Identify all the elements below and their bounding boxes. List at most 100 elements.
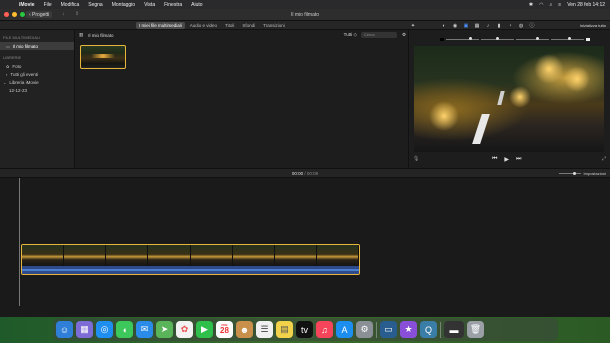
sidebar-toggle-icon[interactable]: ▥ — [79, 32, 83, 38]
search-icon[interactable]: ⌕ — [549, 2, 552, 8]
chevron-down-icon[interactable]: ⌄ — [3, 80, 6, 85]
stabilization-icon[interactable]: ▦ — [474, 23, 480, 29]
tab-transitions[interactable]: Transizioni — [260, 22, 288, 29]
zoom-slider[interactable] — [558, 172, 581, 175]
play-icon[interactable]: ▶ — [504, 156, 509, 163]
recent-video-thumbnail[interactable]: ▬ — [444, 321, 464, 338]
menu-segna[interactable]: Segna — [88, 2, 102, 8]
system-settings-icon[interactable]: ⚙ — [356, 321, 373, 338]
timecode-current: 00:00 — [291, 171, 304, 176]
volume-icon[interactable]: ♪ — [485, 23, 491, 29]
sidebar-item-event[interactable]: 12-12-23 — [0, 86, 74, 94]
fullscreen-icon[interactable]: ⤢ — [602, 156, 606, 162]
finder-icon[interactable]: ☺ — [56, 321, 73, 338]
video-preview[interactable] — [414, 46, 604, 152]
control-center-icon[interactable]: ≡ — [558, 2, 561, 8]
messages-icon[interactable]: ◖ — [116, 321, 133, 338]
dock-separator — [376, 321, 377, 338]
menu-file[interactable]: File — [44, 2, 52, 8]
clip-filmstrip — [22, 245, 359, 266]
magic-wand-icon[interactable]: ✦ — [410, 23, 416, 29]
app-store-icon[interactable]: A — [336, 321, 353, 338]
filter-icon[interactable]: ◍ — [518, 23, 524, 29]
viewer: 🎙 ⏮ ▶ ⏭ ⤢ — [410, 30, 610, 168]
slider-knob[interactable] — [535, 37, 539, 40]
reset-all-button[interactable]: Inizializza tutto — [580, 23, 606, 28]
menu-aiuto[interactable]: Aiuto — [191, 2, 202, 8]
menu-finestra[interactable]: Finestra — [164, 2, 182, 8]
maps-icon[interactable]: ➤ — [156, 321, 173, 338]
skip-back-icon[interactable]: ⏮ — [492, 156, 497, 163]
search-input[interactable]: Cerca — [360, 32, 397, 38]
menu-modifica[interactable]: Modifica — [61, 2, 80, 8]
apple-tv-icon[interactable]: tv — [296, 321, 313, 338]
light-bokeh — [429, 101, 459, 131]
clip-frame — [148, 245, 191, 266]
menu-imovie[interactable]: iMovie — [19, 2, 35, 8]
info-icon[interactable]: ⓘ — [529, 22, 535, 29]
bluetooth-icon[interactable]: ✱ — [529, 2, 533, 8]
preview-icon[interactable]: ▭ — [380, 321, 397, 338]
music-icon[interactable]: ♫ — [316, 321, 333, 338]
sidebar-item-library[interactable]: ⌄ Libreria iMovie — [0, 78, 74, 86]
facetime-icon[interactable]: ▶ — [196, 321, 213, 338]
microphone-icon[interactable]: 🎙 — [413, 156, 419, 162]
playhead[interactable] — [19, 178, 20, 306]
slider-knob[interactable] — [567, 37, 571, 40]
light-bokeh — [509, 86, 531, 108]
wifi-icon[interactable]: ◠ — [539, 2, 543, 8]
speed-icon[interactable]: ◔ — [507, 23, 513, 29]
tab-my-media[interactable]: I miei file multimediali — [136, 22, 185, 29]
sidebar-item-project[interactable]: ▭ Il mio filmato — [0, 42, 74, 50]
dock-separator — [440, 321, 441, 338]
tab-titles[interactable]: Titoli — [222, 22, 237, 29]
quicktime-icon[interactable]: Q — [420, 321, 437, 338]
reminders-icon[interactable]: ☰ — [256, 321, 273, 338]
media-tabs: I miei file multimediali Audio e video T… — [136, 22, 288, 29]
timeline-header: 00:00 / 00:08 Impostazioni — [0, 168, 610, 178]
timeline-clip[interactable] — [21, 244, 360, 275]
filter-dropdown[interactable]: Tutti ◇ — [344, 32, 357, 38]
tab-audio-video[interactable]: Audio e video — [187, 22, 220, 29]
sidebar-item-all-events[interactable]: ▪ Tutti gli eventi — [0, 70, 74, 78]
contrast-slider[interactable] — [516, 37, 549, 40]
menu-montaggio[interactable]: Montaggio — [112, 2, 135, 8]
mail-icon[interactable]: ✉ — [136, 321, 153, 338]
noise-reduction-icon[interactable]: ▮ — [496, 23, 502, 29]
clip-frame — [232, 245, 275, 266]
color-adjustment-sliders — [440, 37, 590, 41]
road-marking — [472, 114, 490, 144]
media-clip-thumbnail[interactable] — [80, 45, 126, 69]
light-bokeh — [534, 54, 564, 84]
white-point-swatch — [586, 37, 590, 41]
highlights-slider[interactable] — [551, 37, 584, 40]
photos-app-icon[interactable]: ✿ — [176, 321, 193, 338]
imovie-icon[interactable]: ★ — [400, 321, 417, 338]
tab-backgrounds[interactable]: Sfondi — [239, 22, 258, 29]
timeline-settings-button[interactable]: Impostazioni — [584, 171, 606, 176]
crop-icon[interactable]: ▣ — [463, 23, 469, 29]
menu-vista[interactable]: Vista — [144, 2, 155, 8]
color-correction-icon[interactable]: ◉ — [452, 23, 458, 29]
black-point-swatch — [440, 37, 444, 41]
slider-knob[interactable] — [469, 37, 473, 40]
browser-header: ▥ Il mio filmato Tutti ◇ Cerca ⚙ — [76, 30, 409, 40]
contacts-icon[interactable]: ☻ — [236, 321, 253, 338]
slider-knob[interactable] — [495, 37, 499, 40]
launchpad-icon[interactable]: ▦ — [76, 321, 93, 338]
film-icon: ▭ — [6, 43, 10, 49]
skip-forward-icon[interactable]: ⏭ — [516, 156, 521, 163]
timeline[interactable] — [0, 178, 610, 317]
settings-icon[interactable]: ⚙ — [402, 32, 406, 38]
calendar-icon[interactable]: FEB 28 — [216, 321, 233, 338]
slider-knob[interactable] — [572, 172, 576, 175]
shadows-slider[interactable] — [446, 37, 479, 40]
clip-frame — [64, 245, 107, 266]
brightness-slider[interactable] — [481, 37, 514, 40]
safari-icon[interactable]: ◎ — [96, 321, 113, 338]
sidebar-item-photos[interactable]: ✿ Foto — [0, 62, 74, 70]
notes-icon[interactable]: ▤ — [276, 321, 293, 338]
menubar-clock[interactable]: Ven 28 feb 14:12 — [567, 2, 605, 8]
trash-icon[interactable]: 🗑 — [467, 321, 484, 338]
color-balance-icon[interactable]: ◐ — [441, 23, 447, 29]
